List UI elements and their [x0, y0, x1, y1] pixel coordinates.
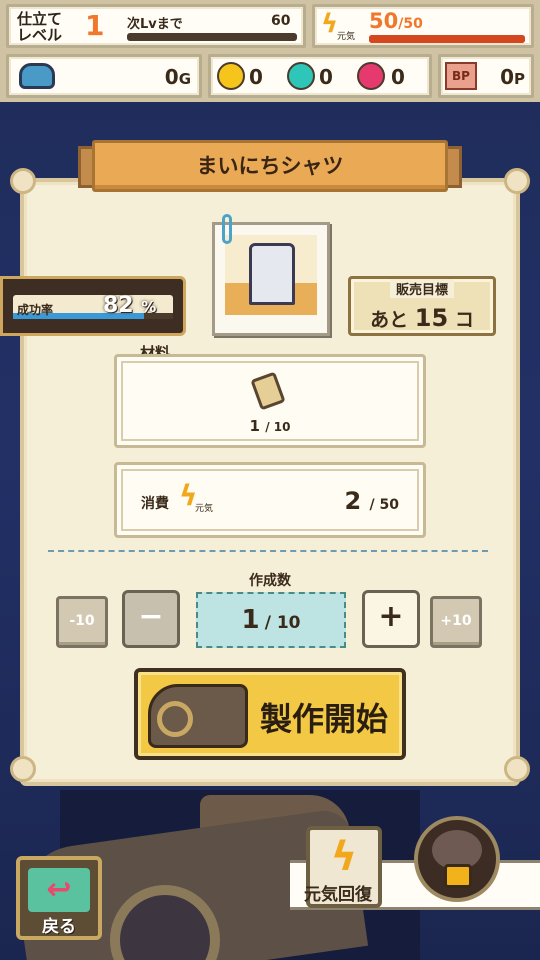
quantity-display: 1 / 10 — [196, 592, 346, 648]
material-count: 1 — [249, 417, 260, 435]
level-value: 1 — [85, 9, 105, 42]
sewing-machine-icon — [148, 684, 248, 748]
next-level-label: 次Lvまで — [127, 17, 183, 32]
next-level-value: 60 — [271, 13, 291, 29]
minus-button[interactable]: − — [122, 590, 180, 648]
panel-corner-ornament — [10, 756, 36, 782]
bp-value: 0 — [500, 65, 514, 89]
panel-corner-ornament — [10, 168, 36, 194]
genki-progress — [369, 35, 525, 43]
success-rate-label: 成功率 — [17, 303, 54, 317]
success-rate-unit: % — [141, 298, 157, 316]
coin-purse-icon — [19, 63, 55, 89]
pink-gem-icon — [357, 62, 385, 90]
back-arrow-icon: ↩ — [28, 868, 90, 912]
shirt-icon — [249, 243, 295, 305]
level-label: 仕立て レベル — [17, 10, 63, 44]
success-rate-value: 82 — [103, 293, 134, 318]
plus-ten-button[interactable]: +10 — [430, 596, 482, 648]
back-label: 戻る — [42, 917, 76, 937]
panel-corner-ornament — [504, 756, 530, 782]
teal-gem-icon — [287, 62, 315, 90]
genki-panel: ϟ 元気 50/50 — [312, 4, 534, 48]
wheel-icon — [157, 701, 193, 737]
teal-gem-count: 0 — [319, 65, 333, 89]
bp-panel: BP 0P — [438, 54, 534, 98]
back-button[interactable]: ↩ 戻る — [16, 856, 102, 940]
gold-panel: 0G — [6, 54, 202, 98]
cost-value: 2 — [344, 487, 362, 515]
start-crafting-label: 製作開始 — [260, 700, 389, 738]
gold-value: 0 — [164, 65, 179, 89]
genki-max: /50 — [398, 16, 423, 32]
bp-unit: P — [514, 70, 525, 88]
level-panel: 仕立て レベル 1 次Lvまで 60 — [6, 4, 306, 48]
yellow-gem-icon — [217, 62, 245, 90]
quantity-label: 作成数 — [249, 573, 291, 589]
divider — [48, 550, 488, 552]
genki-current: 50 — [369, 9, 399, 33]
cost-label: 消費 — [141, 496, 169, 512]
gems-panel: 0 0 0 — [208, 54, 432, 98]
sales-goal-value: 15 — [414, 304, 449, 332]
lock-icon — [444, 864, 472, 888]
panel-corner-ornament — [504, 168, 530, 194]
genki-icon-label: 元気 — [337, 32, 356, 42]
gold-unit: G — [178, 70, 191, 88]
sales-goal-suffix: コ — [454, 309, 474, 331]
pink-gem-count: 0 — [391, 65, 405, 89]
cost-total: / 50 — [369, 497, 399, 513]
item-photo-background — [225, 235, 317, 315]
fabric-roll-icon[interactable] — [250, 371, 286, 411]
minus-ten-button[interactable]: -10 — [56, 596, 108, 648]
lightning-icon: ϟ — [321, 9, 339, 39]
genki-cost-box: 消費 ϟ 元気 2 / 50 — [114, 462, 426, 538]
paperclip-icon — [222, 214, 232, 244]
success-rate-panel: 成功率 82 % — [0, 276, 186, 336]
bp-card-icon: BP — [445, 62, 477, 90]
plus-button[interactable]: + — [362, 590, 420, 648]
quantity-value: 1 — [241, 605, 260, 635]
materials-box: 1 / 10 — [114, 354, 426, 448]
material-total: / 10 — [265, 420, 291, 434]
start-crafting-button[interactable]: 製作開始 — [134, 668, 406, 760]
yellow-gem-count: 0 — [249, 65, 263, 89]
genki-progress-fill — [369, 35, 525, 43]
cost-icon-label: 元気 — [195, 504, 214, 514]
item-title: まいにちシャツ — [92, 140, 448, 192]
sales-goal-panel: 販売目標 あと 15 コ — [348, 276, 496, 336]
sales-goal-prefix: あと — [370, 309, 409, 331]
quantity-total: / 10 — [264, 613, 301, 633]
genki-recover-label: 元気回復 — [304, 885, 372, 905]
locked-character-button[interactable] — [414, 816, 500, 902]
recover-lightning-icon: ϟ — [330, 834, 358, 880]
next-level-progress — [127, 33, 297, 41]
sales-goal-label: 販売目標 — [389, 279, 454, 298]
